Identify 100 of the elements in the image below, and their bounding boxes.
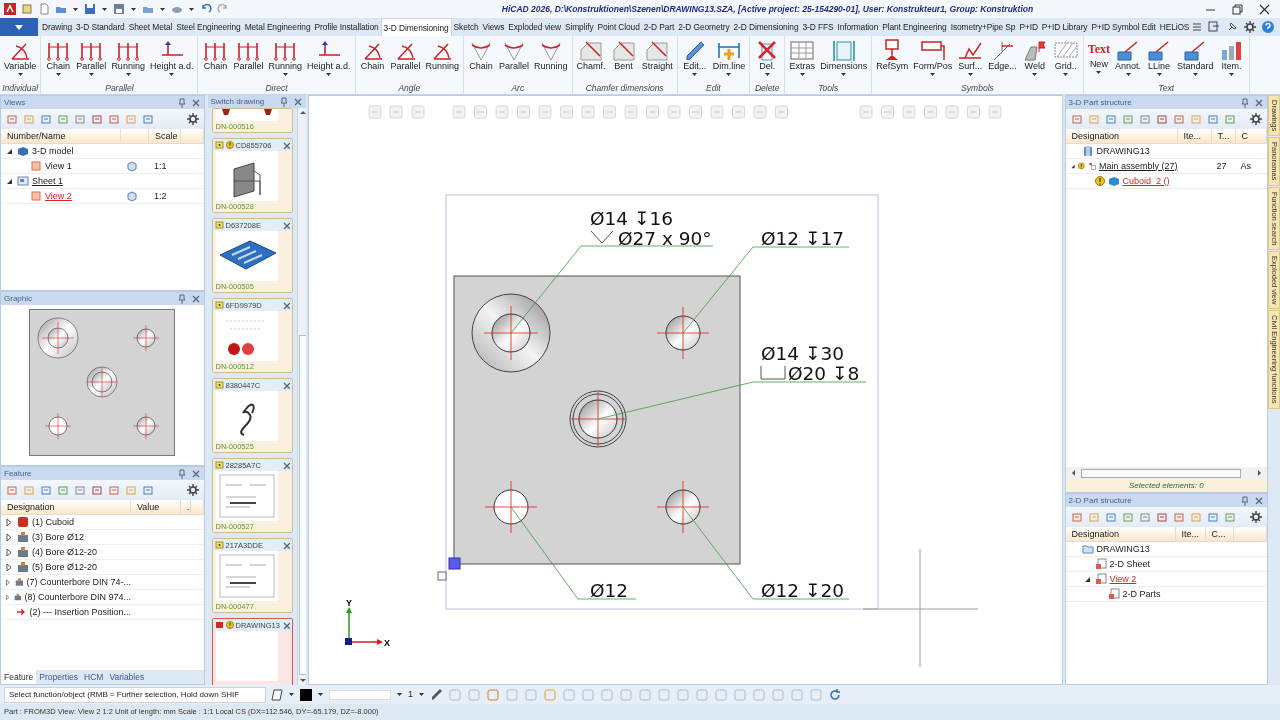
caret-icon[interactable]: [929, 72, 937, 78]
settings-icon[interactable]: [1250, 511, 1262, 523]
ribbon-button[interactable]: RefSym: [874, 36, 911, 83]
ribbon-button[interactable]: Form/Pos: [911, 36, 955, 83]
tool-icon[interactable]: [1206, 113, 1219, 125]
caret-icon[interactable]: [763, 72, 771, 78]
ribbon-tab[interactable]: Profile Installation: [312, 18, 381, 36]
list-icon[interactable]: [1192, 21, 1202, 33]
ribbon-tab[interactable]: 3-D FFS: [800, 18, 836, 36]
ribbon-tab[interactable]: Isometry+Pipe Sp: [948, 18, 1018, 36]
command-field[interactable]: Select function/object (RMB = Further selection, Hold down SHIF: [4, 686, 266, 703]
faded-tool-icon[interactable]: [695, 687, 709, 702]
tool-icon[interactable]: [125, 484, 137, 496]
faded-tool-icon[interactable]: [581, 687, 595, 702]
faded-tool-icon[interactable]: [790, 687, 804, 702]
caret-icon[interactable]: [1124, 72, 1132, 78]
tool-icon[interactable]: [57, 113, 69, 125]
ribbon-tab[interactable]: 2-D Geometry: [676, 18, 732, 36]
ribbon-button[interactable]: Parallel: [497, 36, 532, 83]
undo-icon[interactable]: [200, 3, 212, 15]
caret-icon[interactable]: [281, 72, 289, 78]
faded-tool-icon[interactable]: [562, 687, 576, 702]
caret-icon[interactable]: [966, 72, 974, 78]
tree-item[interactable]: Sheet 1: [32, 175, 64, 187]
ribbon-tab[interactable]: Metal Engineering: [242, 18, 313, 36]
ribbon-tab[interactable]: Simplify: [563, 18, 596, 36]
caret-icon[interactable]: [87, 72, 95, 78]
faded-tool-icon[interactable]: [966, 105, 980, 119]
tool-icon[interactable]: [74, 113, 86, 125]
tool-icon[interactable]: [40, 113, 52, 125]
tool-icon[interactable]: [23, 484, 35, 496]
ribbon-button[interactable]: Grid..: [1050, 36, 1081, 83]
faded-tool-icon[interactable]: [688, 105, 702, 119]
ribbon-button[interactable]: Running: [266, 36, 304, 83]
faded-tool-icon[interactable]: [657, 687, 671, 702]
ribbon-tab[interactable]: P+ID: [1017, 18, 1040, 36]
tool-icon[interactable]: [142, 484, 154, 496]
caret-icon[interactable]: [288, 692, 295, 697]
tree-item[interactable]: View 2: [45, 190, 72, 202]
tree-item[interactable]: 2-D Sheet: [1109, 558, 1151, 570]
tool-icon[interactable]: [1189, 511, 1202, 523]
export-icon[interactable]: [1208, 21, 1220, 33]
caret-icon[interactable]: [188, 6, 195, 12]
tool-icon[interactable]: [1138, 511, 1151, 523]
ribbon-button[interactable]: Item.: [1216, 36, 1247, 83]
ribbon-button[interactable]: Parallel: [74, 36, 109, 83]
faded-tool-icon[interactable]: [602, 105, 616, 119]
ribbon-tab[interactable]: Views: [480, 18, 507, 36]
tree-item[interactable]: DRAWING13: [1096, 145, 1150, 157]
tree-item[interactable]: View 1: [45, 160, 72, 172]
ribbon-button[interactable]: Straight: [639, 36, 675, 83]
tree-item[interactable]: Cuboid_2 (): [1122, 175, 1170, 187]
ribbon-tab[interactable]: Sketch: [451, 18, 481, 36]
faded-tool-icon[interactable]: [771, 687, 785, 702]
tool-icon[interactable]: [91, 113, 103, 125]
caret-icon[interactable]: [418, 692, 425, 697]
panel-tab[interactable]: Variables: [106, 670, 148, 684]
caret-icon[interactable]: [725, 72, 733, 78]
ribbon-button[interactable]: Height a.d.: [305, 36, 353, 83]
tool-icon[interactable]: [108, 484, 120, 496]
tree-item[interactable]: DRAWING13: [1096, 543, 1150, 555]
ribbon-button[interactable]: Height a.d.: [147, 36, 196, 83]
caret-icon[interactable]: [798, 72, 806, 78]
tool-icon[interactable]: [23, 113, 35, 125]
caret-icon[interactable]: [54, 72, 62, 78]
caret-icon[interactable]: [1095, 70, 1103, 76]
ribbon-button[interactable]: Parallel: [388, 36, 423, 83]
panel-tab[interactable]: Feature: [1, 670, 37, 684]
caret-icon[interactable]: [840, 72, 848, 78]
ribbon-button[interactable]: Extras: [787, 36, 818, 83]
tool-icon[interactable]: [1087, 113, 1100, 125]
app-logo-icon[interactable]: [4, 3, 16, 15]
tool-icon[interactable]: [1104, 511, 1117, 523]
tree-item[interactable]: (1) Cuboid: [32, 516, 75, 528]
tool-icon[interactable]: [1070, 113, 1083, 125]
tool-icon[interactable]: [40, 484, 52, 496]
new-file-icon[interactable]: [38, 3, 50, 15]
panel-tab[interactable]: HCM: [81, 670, 107, 684]
ribbon-button[interactable]: Chain: [43, 36, 74, 83]
ribbon-tab[interactable]: Sheet Metal: [126, 18, 175, 36]
ribbon-tab[interactable]: Steel Engineering: [174, 18, 243, 36]
ribbon-tab[interactable]: Information: [835, 18, 881, 36]
tool-icon[interactable]: [91, 484, 103, 496]
ribbon-tab[interactable]: 2-D Dimensioning: [731, 18, 801, 36]
tree-item[interactable]: (4) Bore Ø12-20: [32, 546, 98, 558]
ribbon-button[interactable]: Chain: [200, 36, 231, 83]
line-style-field[interactable]: [329, 689, 391, 700]
ribbon-button[interactable]: Running: [109, 36, 147, 83]
tool-icon[interactable]: [74, 484, 86, 496]
ribbon-button[interactable]: Text New: [1085, 36, 1112, 83]
tree-item[interactable]: (8) Counterbore DIN 974...: [24, 591, 131, 603]
tool-icon[interactable]: [142, 113, 154, 125]
ribbon-button[interactable]: Running: [532, 36, 570, 83]
faded-tool-icon[interactable]: [645, 105, 659, 119]
tree-item[interactable]: 3-D model: [32, 145, 74, 157]
ribbon-button[interactable]: Bent: [608, 36, 639, 83]
ribbon-tab[interactable]: P+ID Library: [1039, 18, 1090, 36]
tool-icon[interactable]: [1070, 511, 1083, 523]
ribbon-button[interactable]: Chamf.: [574, 36, 608, 83]
tool-icon[interactable]: [1206, 511, 1219, 523]
